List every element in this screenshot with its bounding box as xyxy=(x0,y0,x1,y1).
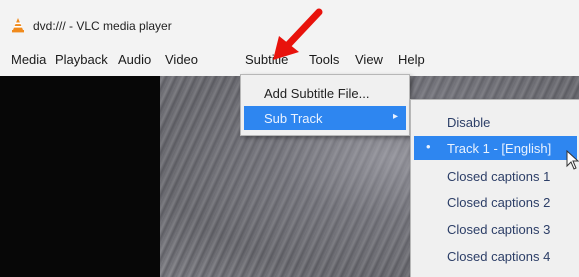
closed-captions-1-label: Closed captions 1 xyxy=(447,169,551,184)
sub-track-menu: Disable • Track 1 - [English] Closed cap… xyxy=(410,99,579,277)
add-subtitle-file-label: Add Subtitle File... xyxy=(264,86,370,101)
track-disable-label: Disable xyxy=(447,115,491,130)
track-disable-item[interactable]: Disable xyxy=(414,110,577,134)
menu-media[interactable]: Media xyxy=(9,52,48,67)
menu-video[interactable]: Video xyxy=(163,52,200,67)
subtitle-menu: Add Subtitle File... Sub Track ▸ xyxy=(240,74,410,136)
vlc-cone-icon xyxy=(12,18,24,33)
sub-track-label: Sub Track xyxy=(264,111,323,126)
sub-track-item[interactable]: Sub Track ▸ xyxy=(244,106,406,130)
add-subtitle-file-item[interactable]: Add Subtitle File... xyxy=(244,81,406,105)
closed-captions-1-item[interactable]: Closed captions 1 xyxy=(414,164,577,188)
menu-view[interactable]: View xyxy=(353,52,385,67)
closed-captions-3-label: Closed captions 3 xyxy=(447,222,551,237)
closed-captions-2-item[interactable]: Closed captions 2 xyxy=(414,190,577,214)
menu-help[interactable]: Help xyxy=(396,52,427,67)
menu-audio[interactable]: Audio xyxy=(116,52,153,67)
red-arrow-annotation xyxy=(273,8,323,60)
closed-captions-4-label: Closed captions 4 xyxy=(447,249,551,264)
selected-bullet-icon: • xyxy=(426,139,431,154)
closed-captions-2-label: Closed captions 2 xyxy=(447,195,551,210)
closed-captions-4-item[interactable]: Closed captions 4 xyxy=(414,244,577,268)
track-1-english-label: Track 1 - [English] xyxy=(447,141,552,156)
window-title: dvd:/// - VLC media player xyxy=(33,19,172,33)
vlc-window: dvd:/// - VLC media player Media Playbac… xyxy=(0,0,579,277)
menu-playback[interactable]: Playback xyxy=(53,52,110,67)
chevron-right-icon: ▸ xyxy=(392,111,398,122)
mouse-cursor-icon xyxy=(566,150,579,170)
track-1-english-item[interactable]: • Track 1 - [English] xyxy=(414,136,577,160)
closed-captions-3-item[interactable]: Closed captions 3 xyxy=(414,217,577,241)
